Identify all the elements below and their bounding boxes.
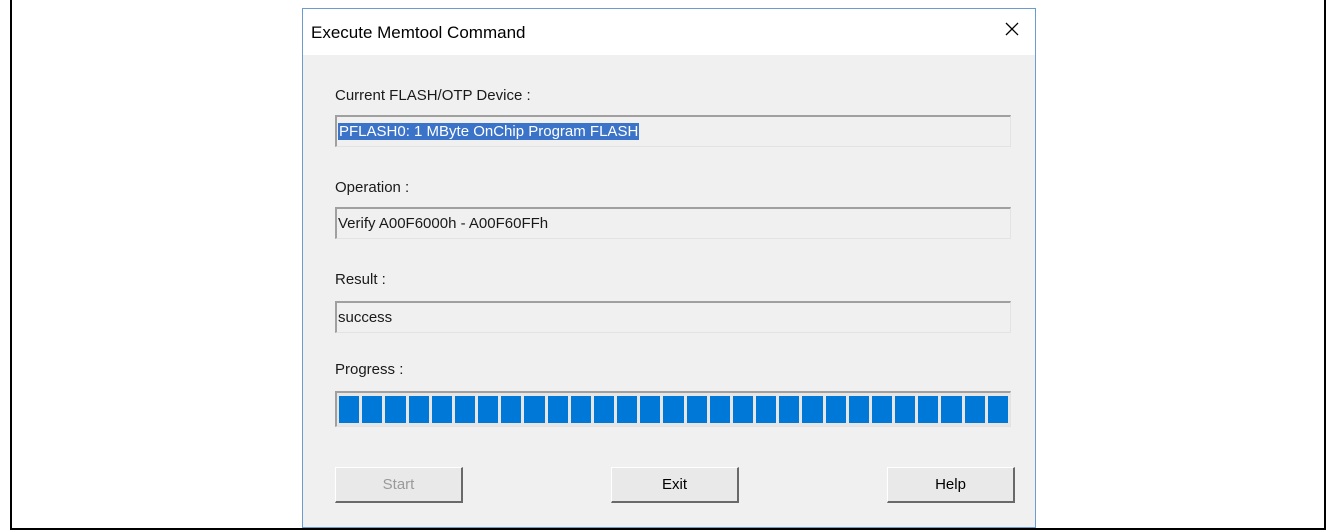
progress-track (339, 396, 1008, 423)
progress-segment (686, 396, 707, 423)
device-value: PFLASH0: 1 MByte OnChip Program FLASH (338, 123, 640, 140)
title-bar: Execute Memtool Command (303, 9, 1035, 55)
close-icon (1005, 22, 1019, 36)
progress-segment (895, 396, 916, 423)
operation-field: Verify A00F6000h - A00F60FFh (335, 207, 1011, 239)
progress-segment (709, 396, 730, 423)
result-label: Result : (335, 271, 386, 288)
progress-segment (732, 396, 754, 423)
progress-segment (964, 396, 985, 423)
close-button[interactable] (989, 9, 1035, 49)
device-field[interactable]: PFLASH0: 1 MByte OnChip Program FLASH (335, 115, 1011, 147)
progress-segment (431, 396, 452, 423)
progress-bar (335, 391, 1011, 427)
progress-segment (640, 396, 661, 423)
device-label: Current FLASH/OTP Device : (335, 87, 531, 104)
progress-segment (501, 396, 522, 423)
progress-segment (362, 396, 383, 423)
progress-segment (802, 396, 823, 423)
progress-segment (987, 396, 1008, 423)
result-field: success (335, 301, 1011, 333)
dialog-title: Execute Memtool Command (311, 23, 526, 42)
progress-segment (547, 396, 568, 423)
progress-segment (524, 396, 545, 423)
progress-segment (408, 396, 429, 423)
progress-segment (871, 396, 893, 423)
exit-button[interactable]: Exit (611, 467, 739, 503)
progress-segment (663, 396, 684, 423)
help-button[interactable]: Help (887, 467, 1015, 503)
progress-segment (339, 396, 360, 423)
progress-segment (941, 396, 962, 423)
progress-segment (779, 396, 800, 423)
progress-label: Progress : (335, 361, 404, 378)
memtool-dialog: Execute Memtool Command Current FLASH/OT… (302, 8, 1036, 528)
progress-segment (617, 396, 638, 423)
progress-segment (825, 396, 846, 423)
progress-segment (570, 396, 591, 423)
progress-segment (593, 396, 615, 423)
progress-segment (918, 396, 939, 423)
progress-segment (385, 396, 406, 423)
start-button[interactable]: Start (335, 467, 463, 503)
progress-segment (478, 396, 499, 423)
progress-segment (454, 396, 476, 423)
progress-segment (756, 396, 777, 423)
operation-label: Operation : (335, 179, 410, 196)
progress-segment (848, 396, 869, 423)
